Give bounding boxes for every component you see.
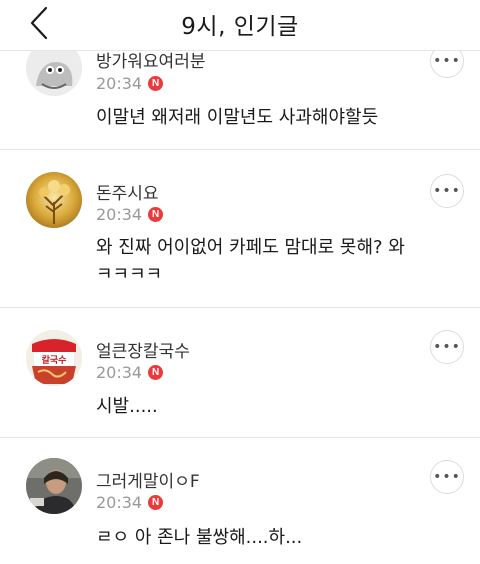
comment-text: 와 진짜 어이없어 카페도 맘대로 못해? 와 ㅋㅋㅋㅋ <box>96 237 405 285</box>
comment-meta: 20:34 N <box>96 204 164 224</box>
more-options-button[interactable]: ••• <box>430 174 464 208</box>
comment-item: 그러게말이ㅇF 20:34 N ••• ㄹㅇ 아 존나 불쌍해....하... <box>0 438 480 564</box>
comment-nickname[interactable]: 돈주시요 <box>96 179 159 204</box>
comment-list: 방가워요여러분 20:34N ••• 이말년 왜저래 이말년도 사과해야할듯 <box>0 0 480 564</box>
avatar[interactable] <box>26 458 82 514</box>
comment-nickname[interactable]: 얼큰장칼국수 <box>96 337 190 362</box>
comment-time: 20:34 <box>96 74 143 93</box>
more-horizontal-icon: ••• <box>433 53 461 69</box>
comment-meta: 20:34 N <box>96 362 164 382</box>
more-horizontal-icon: ••• <box>433 183 461 199</box>
comment-nickname[interactable]: 그러게말이ㅇF <box>96 467 200 492</box>
more-options-button[interactable]: ••• <box>430 330 464 364</box>
comment-meta: 20:34 N <box>96 73 164 93</box>
page-title: 9시, 인기글 <box>181 14 299 40</box>
comment-text: 시발..... <box>96 396 158 417</box>
comment-time: 20:34 <box>96 493 143 512</box>
new-badge: N <box>148 76 164 91</box>
comment-item: 돈주시요 20:34 N ••• 와 진짜 어이없어 카페도 맘대로 못해? 와 … <box>0 150 480 308</box>
new-badge: N <box>148 207 164 222</box>
more-options-button[interactable]: ••• <box>430 460 464 494</box>
comment-time: 20:34 <box>96 205 143 224</box>
more-horizontal-icon: ••• <box>433 469 461 485</box>
svg-text:칼국수: 칼국수 <box>42 354 67 366</box>
top-bar: 9시, 인기글 <box>0 0 480 51</box>
comment-text: 이말년 왜저래 이말년도 사과해야할듯 <box>96 107 379 128</box>
comment-item: 칼국수 얼큰장칼국수 20:34 N ••• 시발..... <box>0 308 480 438</box>
more-horizontal-icon: ••• <box>433 339 461 355</box>
comment-text: ㄹㅇ 아 존나 불쌍해....하... <box>96 527 303 548</box>
comment-time: 20:34 <box>96 363 143 382</box>
avatar[interactable]: 칼국수 <box>26 330 82 386</box>
new-badge: N <box>148 495 164 510</box>
avatar[interactable] <box>26 172 82 228</box>
new-badge: N <box>148 365 164 380</box>
comment-meta: 20:34 N <box>96 492 164 512</box>
